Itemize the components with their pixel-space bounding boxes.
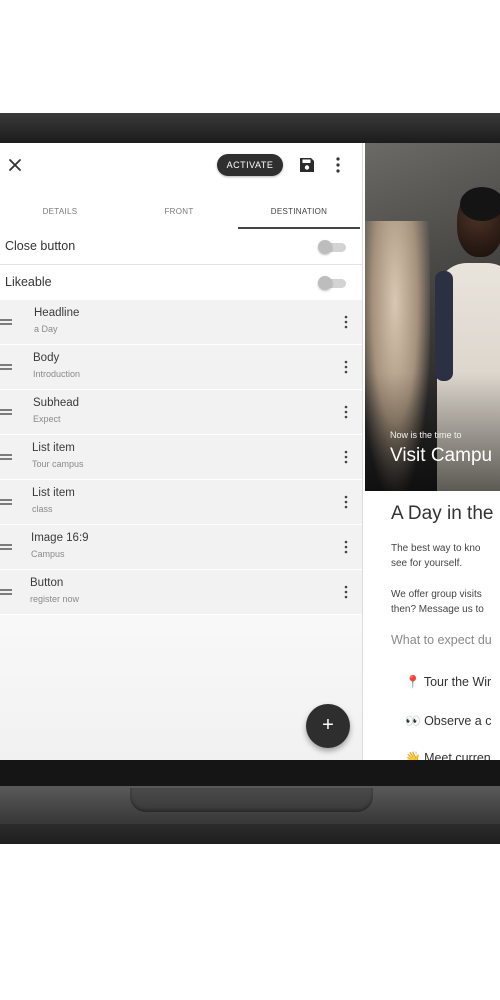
block-title: List item — [32, 487, 75, 499]
list-item[interactable]: Body Introduction — [0, 345, 362, 390]
activate-button[interactable]: ACTIVATE — [217, 154, 283, 176]
likeable-switch[interactable] — [318, 276, 346, 290]
tab-details[interactable]: DETAILS — [0, 201, 120, 227]
close-icon[interactable] — [5, 155, 25, 175]
more-vert-icon[interactable] — [342, 584, 350, 600]
block-title: Body — [33, 352, 60, 364]
block-title: Subhead — [33, 397, 80, 409]
preview-body-line: see for yourself. — [391, 558, 463, 569]
toggle-row-close-button: Close button — [0, 229, 362, 265]
toggle-label: Likeable — [5, 275, 52, 289]
preview-body-line: We offer group visits — [391, 589, 482, 600]
drag-handle-icon[interactable] — [0, 587, 12, 597]
switch-knob — [318, 276, 332, 290]
hero-image: Now is the time to Visit Campu — [365, 143, 500, 491]
preview-list-item: 📍 Tour the Wir — [405, 675, 491, 690]
hero-photo-shape — [435, 271, 453, 381]
list-item[interactable]: Button register now — [0, 570, 362, 615]
list-item[interactable]: List item class — [0, 480, 362, 525]
close-button-switch[interactable] — [318, 240, 346, 254]
toggle-label: Close button — [5, 239, 76, 253]
block-subtitle: Tour campus — [32, 459, 84, 469]
tab-bar: DETAILS FRONT DESTINATION — [0, 201, 362, 230]
laptop-notch — [130, 788, 373, 812]
more-vert-icon[interactable] — [330, 156, 346, 174]
app-screen: ACTIVATE DETAILS FRONT DESTINATION Close… — [0, 143, 500, 761]
list-item[interactable]: List item Tour campus — [0, 435, 362, 480]
preview-list-item: 👀 Observe a c — [405, 714, 491, 729]
block-subtitle: Campus — [31, 549, 65, 559]
list-item[interactable]: Headline a Day — [0, 300, 362, 345]
laptop-bezel-bottom — [0, 760, 500, 788]
editor-panel: ACTIVATE DETAILS FRONT DESTINATION Close… — [0, 143, 363, 761]
hero-title: Visit Campu — [390, 445, 493, 466]
laptop-base — [0, 786, 500, 844]
list-item[interactable]: Subhead Expect — [0, 390, 362, 435]
toolbar: ACTIVATE — [0, 143, 362, 191]
more-vert-icon[interactable] — [342, 404, 350, 420]
more-vert-icon[interactable] — [342, 359, 350, 375]
preview-body-line: then? Message us to — [391, 604, 484, 615]
switch-knob — [318, 240, 332, 254]
drag-handle-icon[interactable] — [0, 407, 12, 417]
hero-photo-shape — [460, 187, 500, 221]
drag-handle-icon[interactable] — [0, 542, 12, 552]
eyes-icon: 👀 — [405, 714, 421, 728]
pin-icon: 📍 — [405, 675, 421, 689]
preview-body-line: The best way to kno — [391, 543, 481, 554]
block-subtitle: class — [32, 504, 53, 514]
preview-subhead: What to expect du — [391, 633, 492, 647]
preview-headline: A Day in the — [391, 503, 494, 524]
save-icon[interactable] — [299, 157, 315, 173]
block-title: Image 16:9 — [31, 532, 89, 544]
destination-preview: Now is the time to Visit Campu A Day in … — [365, 143, 500, 761]
laptop-base-edge — [0, 824, 500, 844]
hero-kicker: Now is the time to — [390, 430, 462, 440]
more-vert-icon[interactable] — [342, 494, 350, 510]
drag-handle-icon[interactable] — [0, 362, 12, 372]
list-item[interactable]: Image 16:9 Campus — [0, 525, 362, 570]
laptop-bezel-top — [0, 113, 500, 143]
tab-destination[interactable]: DESTINATION — [238, 201, 360, 229]
more-vert-icon[interactable] — [342, 539, 350, 555]
block-title: Headline — [34, 307, 80, 319]
add-block-button[interactable]: + — [306, 704, 350, 748]
block-subtitle: a Day — [34, 324, 58, 334]
list-text: Observe a c — [424, 714, 492, 728]
block-list: Headline a Day Body Introduction Subhead… — [0, 300, 362, 615]
toggle-row-likeable: Likeable — [0, 265, 362, 301]
list-text: Tour the Wir — [423, 675, 492, 689]
block-subtitle: register now — [30, 594, 80, 604]
block-title: List item — [32, 442, 75, 454]
tab-front[interactable]: FRONT — [120, 201, 238, 227]
more-vert-icon[interactable] — [342, 449, 350, 465]
drag-handle-icon[interactable] — [0, 317, 12, 327]
block-subtitle: Introduction — [33, 369, 81, 379]
drag-handle-icon[interactable] — [0, 452, 12, 462]
block-subtitle: Expect — [33, 414, 61, 424]
block-title: Button — [30, 577, 64, 589]
more-vert-icon[interactable] — [342, 314, 350, 330]
drag-handle-icon[interactable] — [0, 497, 12, 507]
